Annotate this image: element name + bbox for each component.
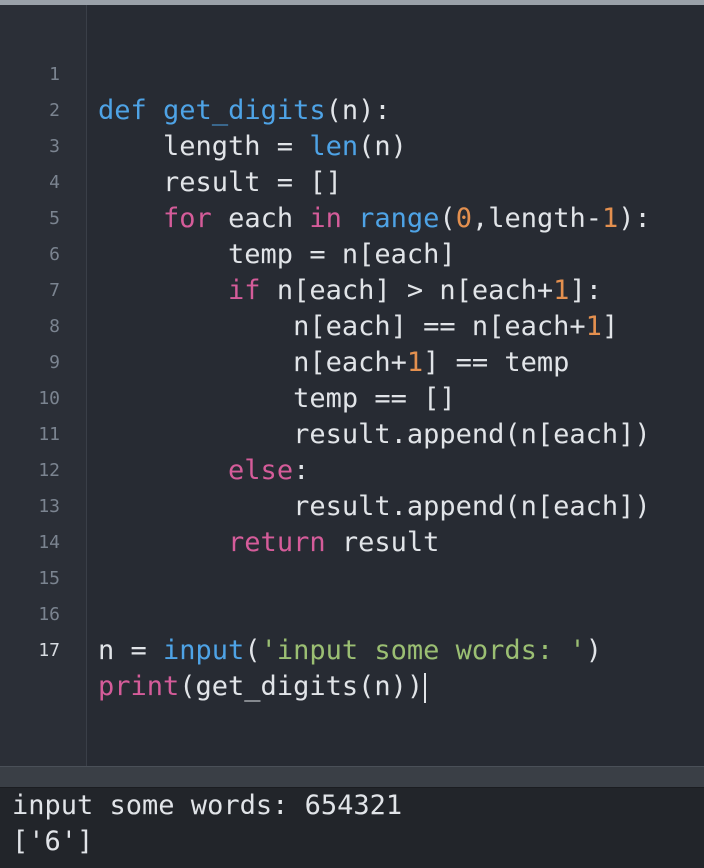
console-output-line: ['6']	[12, 826, 94, 857]
code-line-4[interactable]: 4 for each in range(0,length-1):	[0, 129, 704, 234]
code-line-14[interactable]: 14	[0, 489, 704, 553]
line-number-active: 17	[38, 640, 60, 661]
code-token: )	[585, 635, 602, 666]
code-line-6[interactable]: 6 if n[each] > n[each+1]:	[0, 201, 704, 306]
code-text: n = input('input some words: ')	[98, 633, 602, 669]
code-token: (get_digits(n))	[179, 671, 424, 702]
code-line-10[interactable]: 10 result.append(n[each])	[0, 345, 704, 450]
console-output-line: input some words: 654321	[12, 790, 403, 821]
code-line-12[interactable]: 12 result.append(n[each])	[0, 417, 704, 522]
code-line-11[interactable]: 11 else:	[0, 381, 704, 486]
builtin-token: print	[98, 671, 180, 702]
code-line-17[interactable]: 17 print(get_digits(n))	[0, 597, 704, 703]
code-line-16[interactable]: 16 n = input('input some words: ')	[0, 561, 704, 666]
code-line-15[interactable]: 15	[0, 525, 704, 589]
code-line-1[interactable]: 1 def get_digits(n):	[0, 21, 704, 126]
code-line-13[interactable]: 13 return result	[0, 453, 704, 558]
code-editor[interactable]: 1 def get_digits(n): 2 length = len(n) 3…	[0, 5, 704, 766]
code-lines: 1 def get_digits(n): 2 length = len(n) 3…	[0, 21, 704, 703]
code-token: n =	[98, 635, 164, 666]
code-text: print(get_digits(n))	[98, 669, 427, 705]
code-line-8[interactable]: 8 n[each+1] == temp	[0, 273, 704, 378]
code-line-9[interactable]: 9 temp == []	[0, 309, 704, 414]
code-token: (	[244, 635, 261, 666]
code-line-2[interactable]: 2 length = len(n)	[0, 57, 704, 162]
console-divider[interactable]	[0, 766, 704, 788]
builtin-token: input	[163, 635, 245, 666]
code-line-5[interactable]: 5 temp = n[each]	[0, 165, 704, 270]
code-line-3[interactable]: 3 result = []	[0, 93, 704, 198]
code-line-7[interactable]: 7 n[each] == n[each+1]	[0, 237, 704, 342]
output-console[interactable]: input some words: 654321 ['6']	[0, 788, 704, 868]
text-cursor	[424, 672, 427, 703]
string-token: 'input some words: '	[260, 635, 586, 666]
